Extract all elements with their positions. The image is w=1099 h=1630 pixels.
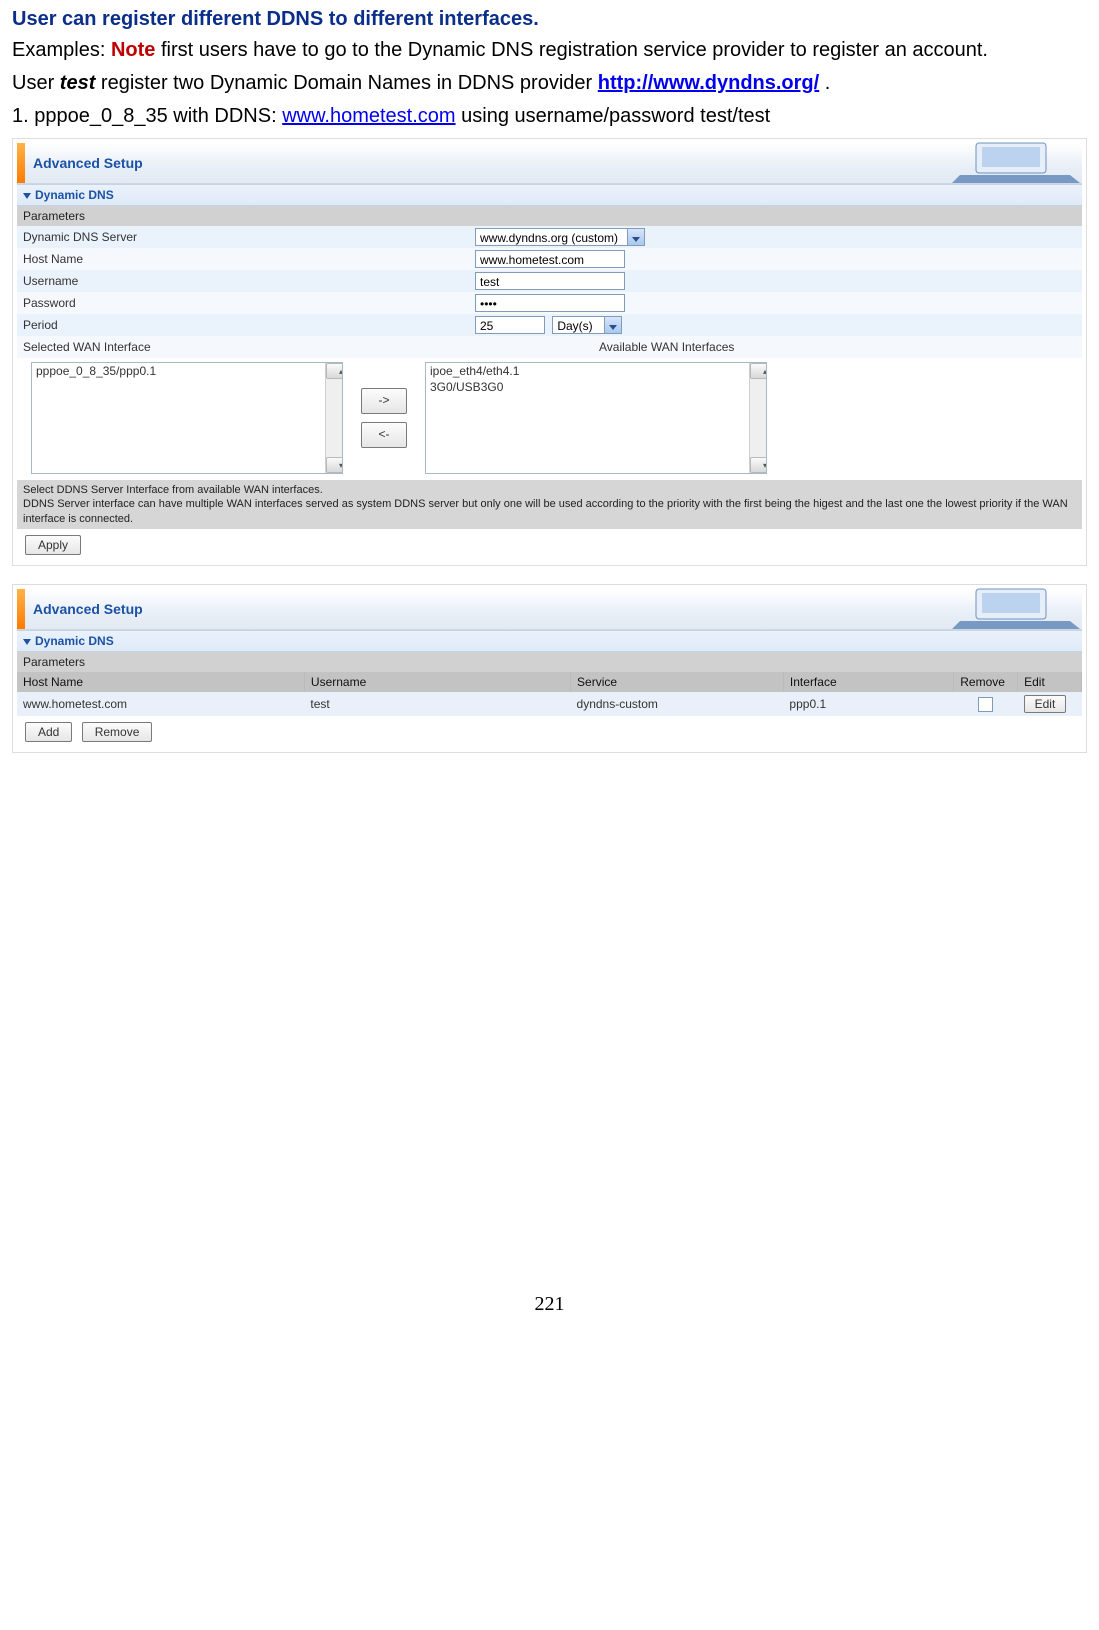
move-buttons: -> <- <box>343 362 425 474</box>
button-row: Apply <box>17 529 1082 561</box>
add-button[interactable]: Add <box>25 722 72 742</box>
section-title: Dynamic DNS <box>35 634 114 648</box>
period-unit-value: Day(s) <box>557 319 592 333</box>
laptop-graphic <box>962 143 1082 183</box>
scroll-down-icon[interactable]: ▾ <box>750 457 767 473</box>
password-input[interactable]: •••• <box>475 294 625 312</box>
col-remove: Remove <box>954 672 1018 692</box>
chevron-down-icon <box>627 229 644 245</box>
section-title: Dynamic DNS <box>35 188 114 202</box>
hostname-label: Host Name <box>17 248 469 270</box>
params-label: Parameters <box>17 652 1082 672</box>
accent-bar <box>17 589 25 629</box>
cell-interface: ppp0.1 <box>783 692 953 716</box>
cell-username: test <box>304 692 570 716</box>
col-hostname: Host Name <box>17 672 304 692</box>
screenshot-ddns-form: Advanced Setup Dynamic DNS Parameters Dy… <box>12 138 1087 566</box>
page-number: 221 <box>12 1293 1087 1316</box>
cell-service: dyndns-custom <box>571 692 784 716</box>
list-item[interactable]: 3G0/USB3G0 <box>426 379 766 395</box>
grid-header-row: Host Name Username Service Interface Rem… <box>17 672 1082 692</box>
examples-rest: first users have to go to the Dynamic DN… <box>155 39 988 61</box>
selected-wan-label: Selected WAN Interface <box>17 336 469 358</box>
list-item[interactable]: ipoe_eth4/eth4.1 <box>426 363 766 379</box>
scroll-down-icon[interactable]: ▾ <box>326 457 343 473</box>
available-wan-label: Available WAN Interfaces <box>469 336 1082 358</box>
button-row: Add Remove <box>17 716 1082 748</box>
wan-transfer-area: pppoe_0_8_35/ppp0.1 ▴ ▾ -> <- ipoe_eth4/… <box>17 358 1082 480</box>
hostname-input[interactable]: www.hometest.com <box>475 250 625 268</box>
line3c: . <box>819 72 830 94</box>
doc-heading: User can register different DDNS to diff… <box>12 8 1087 31</box>
help-line-1: Select DDNS Server Interface from availa… <box>23 483 1076 497</box>
line3a: User <box>12 72 60 94</box>
line4a: 1. pppoe_0_8_35 with DDNS: <box>12 105 282 127</box>
username-label: Username <box>17 270 469 292</box>
panel-header: Advanced Setup <box>17 143 1082 184</box>
table-row: www.hometest.com test dyndns-custom ppp0… <box>17 692 1082 716</box>
remove-button[interactable]: Remove <box>82 722 153 742</box>
ddns-link[interactable]: www.hometest.com <box>282 105 455 127</box>
chevron-down-icon <box>23 193 31 199</box>
panel-title: Advanced Setup <box>25 589 962 629</box>
ddns-server-value: www.dyndns.org (custom) <box>480 231 618 245</box>
line4b: using username/password test/test <box>456 105 771 127</box>
cell-hostname: www.hometest.com <box>17 692 304 716</box>
provider-link[interactable]: http://www.dyndns.org/ <box>598 72 819 94</box>
help-text: Select DDNS Server Interface from availa… <box>17 480 1082 529</box>
period-unit-select[interactable]: Day(s) <box>552 316 622 334</box>
username-input[interactable]: test <box>475 272 625 290</box>
col-edit: Edit <box>1018 672 1082 692</box>
chevron-down-icon <box>23 639 31 645</box>
laptop-graphic <box>962 589 1082 629</box>
scroll-up-icon[interactable]: ▴ <box>326 363 343 379</box>
help-line-2: DDNS Server interface can have multiple … <box>23 497 1076 526</box>
doc-examples-line: Examples: Note first users have to go to… <box>12 37 1087 64</box>
note-label: Note <box>111 39 155 61</box>
period-label: Period <box>17 314 469 336</box>
doc-ddns-line: 1. pppoe_0_8_35 with DDNS: www.hometest.… <box>12 103 1087 130</box>
scrollbar[interactable]: ▴ ▾ <box>749 363 766 473</box>
user-test: test <box>60 72 96 94</box>
password-label: Password <box>17 292 469 314</box>
apply-button[interactable]: Apply <box>25 535 81 555</box>
move-left-button[interactable]: <- <box>361 422 407 448</box>
params-label: Parameters <box>17 206 1082 226</box>
panel-title: Advanced Setup <box>25 143 962 183</box>
examples-prefix: Examples: <box>12 39 111 61</box>
section-title-bar: Dynamic DNS <box>17 630 1082 652</box>
list-item[interactable]: pppoe_0_8_35/ppp0.1 <box>32 363 342 379</box>
move-right-button[interactable]: -> <box>361 388 407 414</box>
remove-checkbox[interactable] <box>978 697 993 712</box>
col-interface: Interface <box>783 672 953 692</box>
edit-button[interactable]: Edit <box>1024 695 1067 713</box>
scrollbar[interactable]: ▴ ▾ <box>325 363 342 473</box>
col-username: Username <box>304 672 570 692</box>
ddns-server-select[interactable]: www.dyndns.org (custom) <box>475 228 645 246</box>
accent-bar <box>17 143 25 183</box>
chevron-down-icon <box>604 317 621 333</box>
section-title-bar: Dynamic DNS <box>17 184 1082 206</box>
scroll-up-icon[interactable]: ▴ <box>750 363 767 379</box>
period-input[interactable]: 25 <box>475 316 545 334</box>
screenshot-ddns-list: Advanced Setup Dynamic DNS Parameters Ho… <box>12 584 1087 753</box>
selected-wan-listbox[interactable]: pppoe_0_8_35/ppp0.1 ▴ ▾ <box>31 362 343 474</box>
doc-provider-line: User test register two Dynamic Domain Na… <box>12 70 1087 97</box>
ddns-grid: Host Name Username Service Interface Rem… <box>17 672 1082 716</box>
ddns-server-label: Dynamic DNS Server <box>17 226 469 248</box>
available-wan-listbox[interactable]: ipoe_eth4/eth4.1 3G0/USB3G0 ▴ ▾ <box>425 362 767 474</box>
params-table: Dynamic DNS Server www.dyndns.org (custo… <box>17 226 1082 358</box>
line3b: register two Dynamic Domain Names in DDN… <box>95 72 597 94</box>
col-service: Service <box>571 672 784 692</box>
panel-header: Advanced Setup <box>17 589 1082 630</box>
